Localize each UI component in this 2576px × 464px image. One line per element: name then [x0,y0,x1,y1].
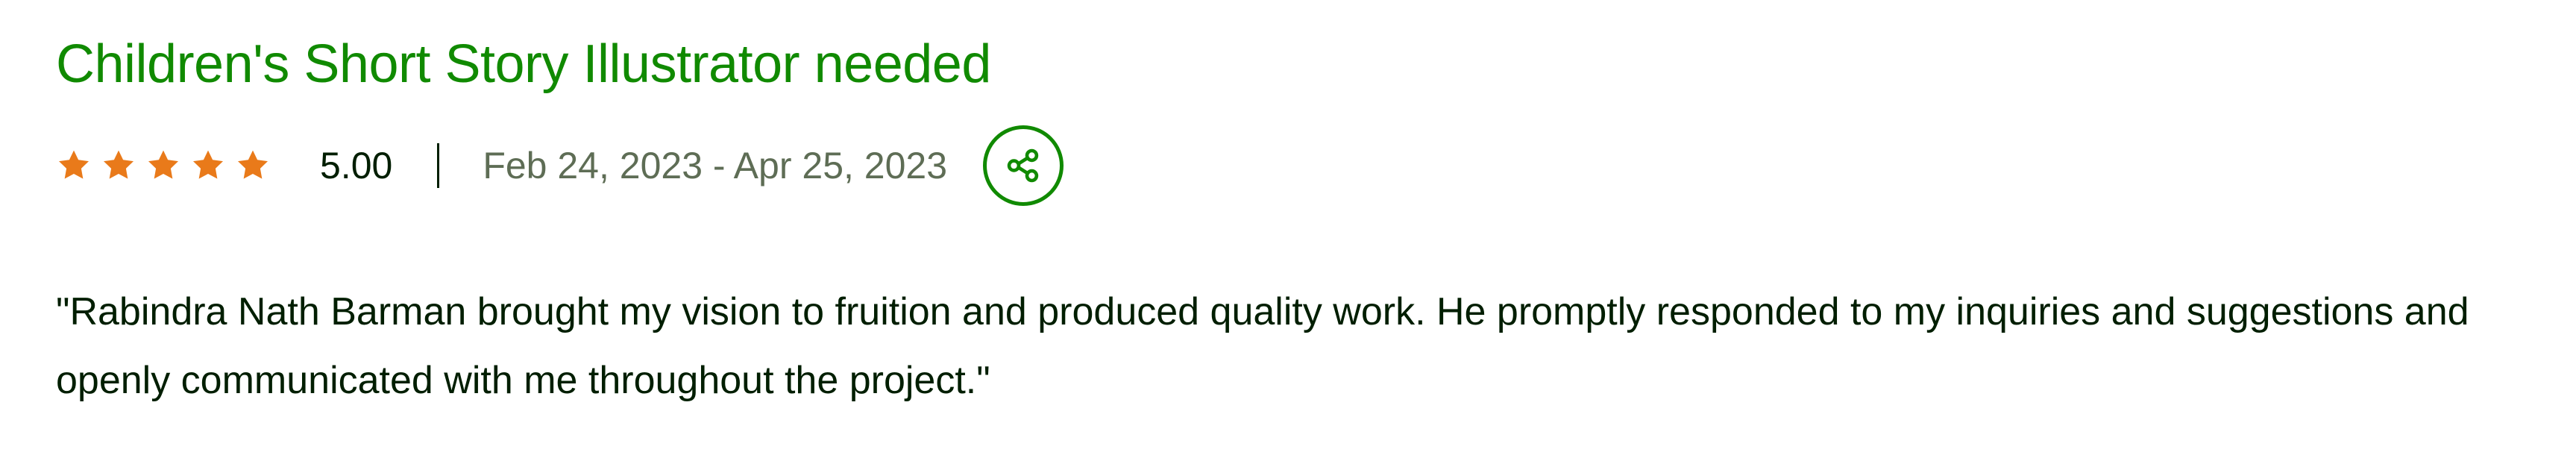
rating-value: 5.00 [320,145,393,186]
meta-divider [437,143,440,188]
star-rating [56,148,271,184]
star-icon [101,148,136,184]
review-card: Children's Short Story Illustrator neede… [0,0,2576,464]
star-icon [235,148,271,184]
star-icon [56,148,92,184]
share-button[interactable] [983,125,1064,206]
job-title[interactable]: Children's Short Story Illustrator neede… [56,31,991,97]
share-icon [1005,147,1042,184]
review-meta: 5.00 Feb 24, 2023 - Apr 25, 2023 [56,121,1064,210]
star-icon [190,148,226,184]
star-icon [145,148,181,184]
review-text: "Rabindra Nath Barman brought my vision … [56,290,2469,402]
date-range: Feb 24, 2023 - Apr 25, 2023 [483,145,948,186]
